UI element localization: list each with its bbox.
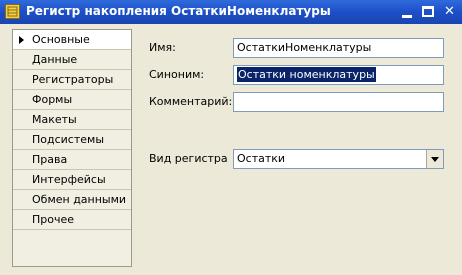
- synonym-label: Синоним:: [149, 68, 205, 81]
- register-window: Регистр накопления ОстаткиНоменклатуры ✕…: [0, 0, 462, 275]
- maximize-icon: [422, 6, 434, 17]
- name-value: ОстаткиНоменклатуры: [237, 41, 372, 54]
- sidebar-item-data[interactable]: Данные: [13, 50, 131, 70]
- comment-label: Комментарий:: [149, 95, 233, 108]
- sidebar-item-main[interactable]: Основные: [13, 30, 131, 50]
- register-icon: [5, 4, 20, 19]
- minimize-button[interactable]: [399, 3, 416, 20]
- sidebar-item-rights[interactable]: Права: [13, 150, 131, 170]
- sidebar-item-templates[interactable]: Макеты: [13, 110, 131, 130]
- title-bar[interactable]: Регистр накопления ОстаткиНоменклатуры ✕: [0, 0, 462, 24]
- sidebar-item-label: Прочее: [32, 213, 75, 226]
- window-title: Регистр накопления ОстаткиНоменклатуры: [26, 4, 331, 18]
- register-type-select[interactable]: Остатки: [233, 149, 444, 169]
- sidebar-item-label: Регистраторы: [32, 73, 114, 86]
- name-input[interactable]: ОстаткиНоменклатуры: [233, 38, 444, 58]
- comment-input[interactable]: [233, 92, 444, 112]
- sidebar-item-label: Макеты: [32, 113, 77, 126]
- sidebar-item-registrators[interactable]: Регистраторы: [13, 70, 131, 90]
- sidebar-item-label: Обмен данными: [32, 193, 127, 206]
- sidebar-item-other[interactable]: Прочее: [13, 210, 131, 230]
- register-type-value: Остатки: [237, 152, 286, 165]
- sidebar-item-label: Права: [32, 153, 68, 166]
- sidebar-item-forms[interactable]: Формы: [13, 90, 131, 110]
- dropdown-button[interactable]: [426, 150, 443, 168]
- sidebar-item-label: Подсистемы: [32, 133, 105, 146]
- sections-sidebar: Основные Данные Регистраторы Формы Макет…: [12, 29, 132, 267]
- current-item-arrow-icon: [19, 36, 24, 44]
- synonym-input[interactable]: Остатки номенклатуры: [233, 65, 444, 85]
- sidebar-item-subsystems[interactable]: Подсистемы: [13, 130, 131, 150]
- sidebar-item-data-exchange[interactable]: Обмен данными: [13, 190, 131, 210]
- close-icon: ✕: [444, 4, 455, 19]
- maximize-button[interactable]: [420, 3, 437, 20]
- minimize-icon: [402, 15, 412, 18]
- name-label: Имя:: [149, 41, 176, 54]
- register-type-label: Вид регистра: [149, 152, 228, 165]
- sidebar-item-label: Формы: [32, 93, 73, 106]
- synonym-value: Остатки номенклатуры: [237, 67, 376, 82]
- sidebar-item-label: Основные: [32, 33, 90, 46]
- sidebar-item-interfaces[interactable]: Интерфейсы: [13, 170, 131, 190]
- close-button[interactable]: ✕: [441, 3, 458, 20]
- sidebar-item-label: Данные: [32, 53, 78, 66]
- sidebar-item-label: Интерфейсы: [32, 173, 106, 186]
- main-properties-form: Имя: ОстаткиНоменклатуры Синоним: Остатк…: [132, 29, 462, 275]
- chevron-down-icon: [431, 157, 439, 162]
